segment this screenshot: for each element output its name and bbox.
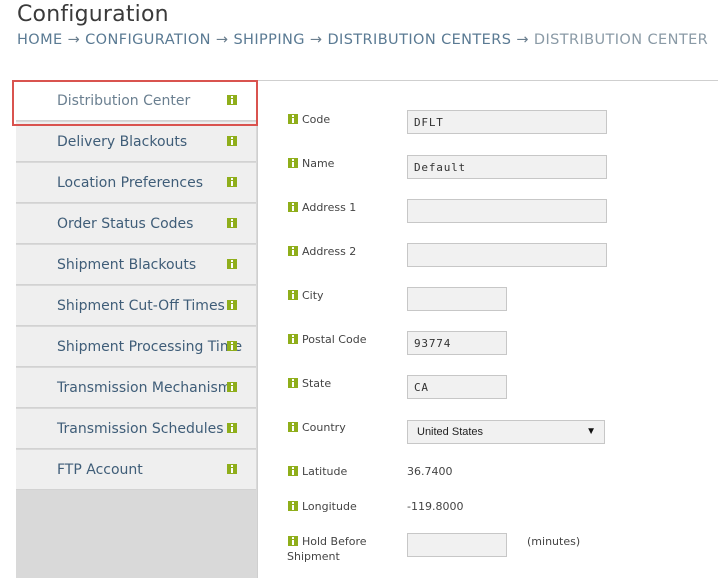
sidebar-item-order-status-codes[interactable]: Order Status Codes <box>16 204 256 244</box>
sidebar-item-label: Shipment Cut-Off Times <box>57 298 225 314</box>
page-title: Configuration <box>17 2 169 27</box>
breadcrumb-shipping[interactable]: SHIPPING <box>233 32 304 48</box>
breadcrumb-separator: → <box>516 32 529 48</box>
sidebar-item-distribution-center[interactable]: Distribution Center <box>16 81 256 121</box>
help-icon[interactable] <box>288 422 298 432</box>
help-icon[interactable] <box>227 382 237 392</box>
help-icon[interactable] <box>288 114 298 124</box>
breadcrumb: HOME → CONFIGURATION → SHIPPING → DISTRIBUTION… <box>17 32 708 48</box>
help-icon[interactable] <box>288 378 298 388</box>
sidebar-item-label: Transmission Schedules <box>57 421 224 437</box>
code-field[interactable]: DFLT <box>407 110 607 134</box>
breadcrumb-home[interactable]: HOME <box>17 32 63 48</box>
help-icon[interactable] <box>288 158 298 168</box>
country-select-value: United States <box>417 426 484 438</box>
help-icon[interactable] <box>288 202 298 212</box>
help-icon[interactable] <box>288 536 298 546</box>
sidebar-item-location-preferences[interactable]: Location Preferences <box>16 163 256 203</box>
help-icon[interactable] <box>227 423 237 433</box>
sidebar-item-shipment-blackouts[interactable]: Shipment Blackouts <box>16 245 256 285</box>
address1-field[interactable] <box>407 199 607 223</box>
help-icon[interactable] <box>288 246 298 256</box>
breadcrumb-separator: → <box>67 32 81 48</box>
sidebar-item-ftp-account[interactable]: FTP Account <box>16 450 256 490</box>
longitude-value: -119.8000 <box>407 500 464 513</box>
breadcrumb-distribution-centers[interactable]: DISTRIBUTION CENTERS <box>327 32 511 48</box>
hold-before-shipment-field[interactable] <box>407 533 507 557</box>
help-icon[interactable] <box>227 136 237 146</box>
sidebar-item-label: Shipment Blackouts <box>57 257 197 273</box>
help-icon[interactable] <box>288 466 298 476</box>
name-field[interactable]: Default <box>407 155 607 179</box>
breadcrumb-separator: → <box>215 32 229 48</box>
help-icon[interactable] <box>288 501 298 511</box>
help-icon[interactable] <box>288 334 298 344</box>
help-icon[interactable] <box>227 300 237 310</box>
sidebar-item-label: Order Status Codes <box>57 216 194 232</box>
sidebar-item-label: Shipment Processing Time <box>57 339 243 355</box>
sidebar-item-shipment-cut-off-times[interactable]: Shipment Cut-Off Times <box>16 286 256 326</box>
help-icon[interactable] <box>227 259 237 269</box>
breadcrumb-current: DISTRIBUTION CENTER <box>533 32 709 48</box>
breadcrumb-separator: → <box>309 32 323 48</box>
sidebar-item-label: Delivery Blackouts <box>57 134 188 150</box>
postal-code-field[interactable]: 93774 <box>407 331 507 355</box>
help-icon[interactable] <box>227 95 237 105</box>
sidebar-item-label: Distribution Center <box>57 93 191 109</box>
sidebar-item-label: Transmission Mechanism <box>57 380 232 396</box>
help-icon[interactable] <box>288 290 298 300</box>
dropdown-arrow-icon: ▼ <box>586 426 596 437</box>
country-select[interactable]: United States ▼ <box>407 420 605 444</box>
minutes-unit: (minutes) <box>527 535 581 548</box>
sidebar-item-transmission-mechanism[interactable]: Transmission Mechanism <box>16 368 256 408</box>
latitude-value: 36.7400 <box>407 465 453 478</box>
sidebar-item-label: Location Preferences <box>57 175 204 191</box>
help-icon[interactable] <box>227 464 237 474</box>
help-icon[interactable] <box>227 218 237 228</box>
address2-field[interactable] <box>407 243 607 267</box>
sidebar-item-label: FTP Account <box>57 462 143 478</box>
help-icon[interactable] <box>227 177 237 187</box>
sidebar-item-delivery-blackouts[interactable]: Delivery Blackouts <box>16 122 256 162</box>
help-icon[interactable] <box>227 341 237 351</box>
sidebar-item-shipment-processing-time[interactable]: Shipment Processing Time <box>16 327 256 367</box>
sidebar-item-transmission-schedules[interactable]: Transmission Schedules <box>16 409 256 449</box>
state-field[interactable]: CA <box>407 375 507 399</box>
city-field[interactable] <box>407 287 507 311</box>
breadcrumb-configuration[interactable]: CONFIGURATION <box>85 32 211 48</box>
